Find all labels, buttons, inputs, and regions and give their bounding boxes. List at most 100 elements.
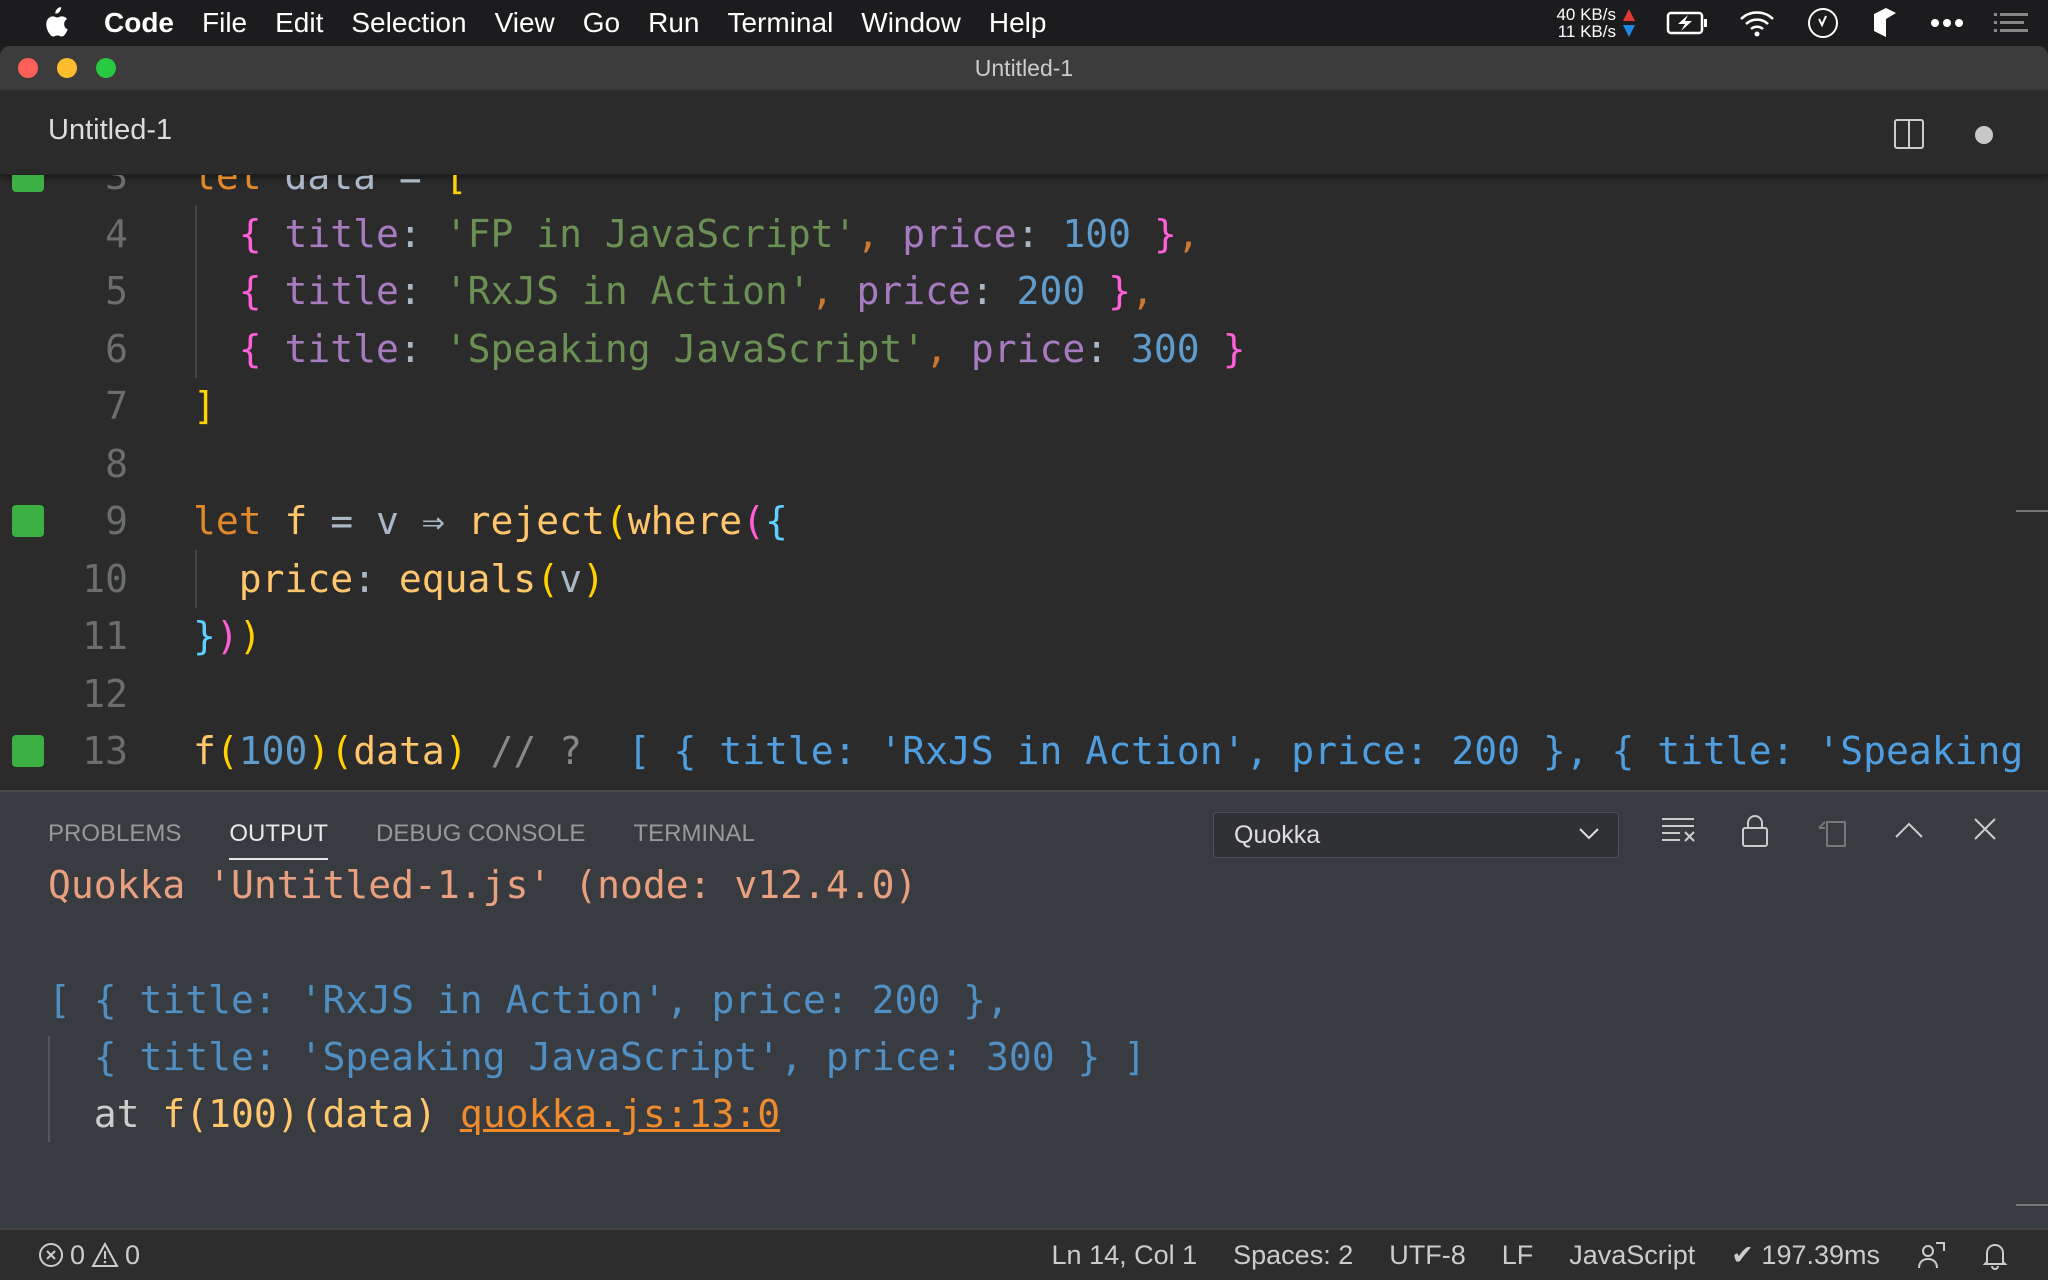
code-token: : — [1016, 211, 1063, 256]
code-token: ( — [215, 729, 239, 773]
maximize-panel-icon[interactable] — [1894, 820, 1924, 840]
code-line[interactable]: 3 let data = [ — [0, 175, 2048, 205]
menu-view[interactable]: View — [481, 7, 569, 39]
tab-problems[interactable]: PROBLEMS — [48, 820, 181, 860]
more-icon[interactable] — [1930, 18, 1964, 28]
unsaved-dot-icon[interactable] — [1975, 126, 1993, 144]
zoom-window-button[interactable] — [96, 58, 116, 78]
indentation[interactable]: Spaces: 2 — [1233, 1240, 1353, 1271]
code-content: let f = v ⇒ reject(where({ — [193, 492, 788, 550]
code-line[interactable]: 11})) — [0, 607, 2048, 665]
code-token: ( — [536, 556, 560, 601]
close-panel-icon[interactable] — [1972, 816, 1998, 842]
code-content: { title: 'FP in JavaScript', price: 100 … — [193, 205, 1200, 263]
status-bar: 0 0 Ln 14, Col 1 Spaces: 2 UTF-8 LF Java… — [0, 1228, 2048, 1280]
code-editor[interactable]: 3 let data = [4 { title: 'FP in JavaScrip… — [0, 175, 2048, 790]
code-line[interactable]: 9 let f = v ⇒ reject(where({ — [0, 492, 2048, 550]
up-down-arrows-icon — [1623, 9, 1635, 37]
clock-icon[interactable] — [1806, 6, 1840, 40]
line-number: 3 — [105, 175, 128, 198]
lock-scroll-icon[interactable] — [1740, 814, 1770, 848]
code-content: let data = [ — [193, 175, 468, 205]
menu-selection[interactable]: Selection — [337, 7, 480, 39]
code-line[interactable]: 10 price: equals(v) — [0, 549, 2048, 608]
close-window-button[interactable] — [18, 58, 38, 78]
code-token: 'RxJS in Action' — [444, 269, 811, 313]
feedback-icon[interactable] — [1916, 1240, 1946, 1270]
output-source-link[interactable]: quokka.js:13:0 — [460, 1092, 780, 1136]
menu-edit[interactable]: Edit — [261, 7, 337, 39]
code-line[interactable]: 8 — [0, 435, 2048, 493]
code-token: : — [398, 211, 445, 256]
output-call: f(100)(data) — [162, 1092, 460, 1136]
code-token: } — [1108, 269, 1132, 313]
cursor-position[interactable]: Ln 14, Col 1 — [1052, 1240, 1198, 1271]
code-token: } — [193, 614, 216, 658]
panel-scrollbar[interactable] — [2016, 1204, 2048, 1206]
tab-debug-console[interactable]: DEBUG CONSOLE — [376, 820, 585, 860]
code-token: { — [238, 269, 285, 313]
language-mode[interactable]: JavaScript — [1569, 1240, 1695, 1271]
minimize-window-button[interactable] — [57, 58, 77, 78]
apple-icon[interactable] — [40, 7, 70, 39]
output-channel-select[interactable]: Quokka — [1213, 812, 1619, 858]
code-token: // ? — [490, 729, 605, 773]
code-token: , — [925, 326, 971, 371]
end-of-line[interactable]: LF — [1502, 1240, 1534, 1271]
encoding[interactable]: UTF-8 — [1389, 1240, 1466, 1271]
code-token: : — [398, 269, 445, 313]
code-line[interactable]: 12 — [0, 665, 2048, 723]
tab-untitled-1[interactable]: Untitled-1 — [48, 114, 172, 147]
output-line-3: at f(100)(data) quokka.js:13:0 — [48, 1085, 780, 1143]
output-guide — [48, 1036, 50, 1142]
tab-terminal[interactable]: TERMINAL — [633, 820, 754, 860]
code-token: , — [810, 269, 857, 313]
menu-help[interactable]: Help — [975, 7, 1061, 39]
menu-window[interactable]: Window — [847, 7, 975, 39]
code-token: [ — [444, 175, 468, 198]
code-line[interactable]: 7] — [0, 377, 2048, 435]
wifi-icon[interactable] — [1738, 8, 1776, 38]
code-line[interactable]: 5 { title: 'RxJS in Action', price: 200 … — [0, 262, 2048, 320]
code-line[interactable]: 4 { title: 'FP in JavaScript', price: 10… — [0, 204, 2048, 263]
panel-tabs: PROBLEMS OUTPUT DEBUG CONSOLE TERMINAL — [48, 820, 755, 860]
editor-scrollbar[interactable] — [2016, 510, 2048, 512]
code-token: ) — [238, 614, 262, 658]
code-token: ⇒ — [421, 499, 468, 543]
code-line[interactable]: 13 f(100)(data) // ? [ { title: 'RxJS in … — [0, 722, 2048, 780]
net-down: 11 KB/s — [1557, 22, 1616, 41]
battery-charging-icon[interactable] — [1666, 10, 1708, 36]
code-token: ] — [193, 384, 216, 428]
notification-center-icon[interactable] — [1994, 11, 2028, 35]
split-editor-icon[interactable] — [1893, 118, 1925, 150]
network-monitor[interactable]: 40 KB/s 11 KB/s — [1556, 6, 1636, 40]
code-line[interactable]: 6 { title: 'Speaking JavaScript', price:… — [0, 319, 2048, 378]
problems-indicator[interactable]: 0 0 — [0, 1240, 140, 1271]
code-token: price — [238, 556, 354, 601]
tab-output[interactable]: OUTPUT — [229, 820, 329, 860]
code-token: : — [970, 269, 1017, 313]
menu-run[interactable]: Run — [634, 7, 713, 39]
line-number: 6 — [105, 326, 128, 371]
code-token: f — [284, 499, 331, 543]
code-token: price — [902, 211, 1017, 256]
app-cube-icon[interactable] — [1870, 6, 1900, 40]
code-token: ( — [330, 729, 354, 773]
code-token: : — [398, 326, 445, 371]
code-token: let — [193, 499, 285, 543]
open-log-file-icon[interactable] — [1815, 814, 1849, 848]
error-count: 0 — [70, 1239, 86, 1270]
code-token: reject — [467, 499, 605, 543]
chevron-down-icon — [1579, 828, 1599, 840]
code-token: price — [856, 269, 971, 313]
menu-file[interactable]: File — [188, 7, 261, 39]
menu-terminal[interactable]: Terminal — [713, 7, 847, 39]
warning-count: 0 — [125, 1239, 141, 1270]
quokka-timing[interactable]: ✔ 197.39ms — [1731, 1240, 1880, 1271]
menu-app-code[interactable]: Code — [90, 7, 188, 39]
title-bar: Untitled-1 — [0, 46, 2048, 90]
notifications-bell-icon[interactable] — [1982, 1240, 2008, 1270]
menu-go[interactable]: Go — [569, 7, 634, 39]
code-token: { — [238, 326, 285, 371]
clear-output-icon[interactable] — [1660, 814, 1696, 844]
